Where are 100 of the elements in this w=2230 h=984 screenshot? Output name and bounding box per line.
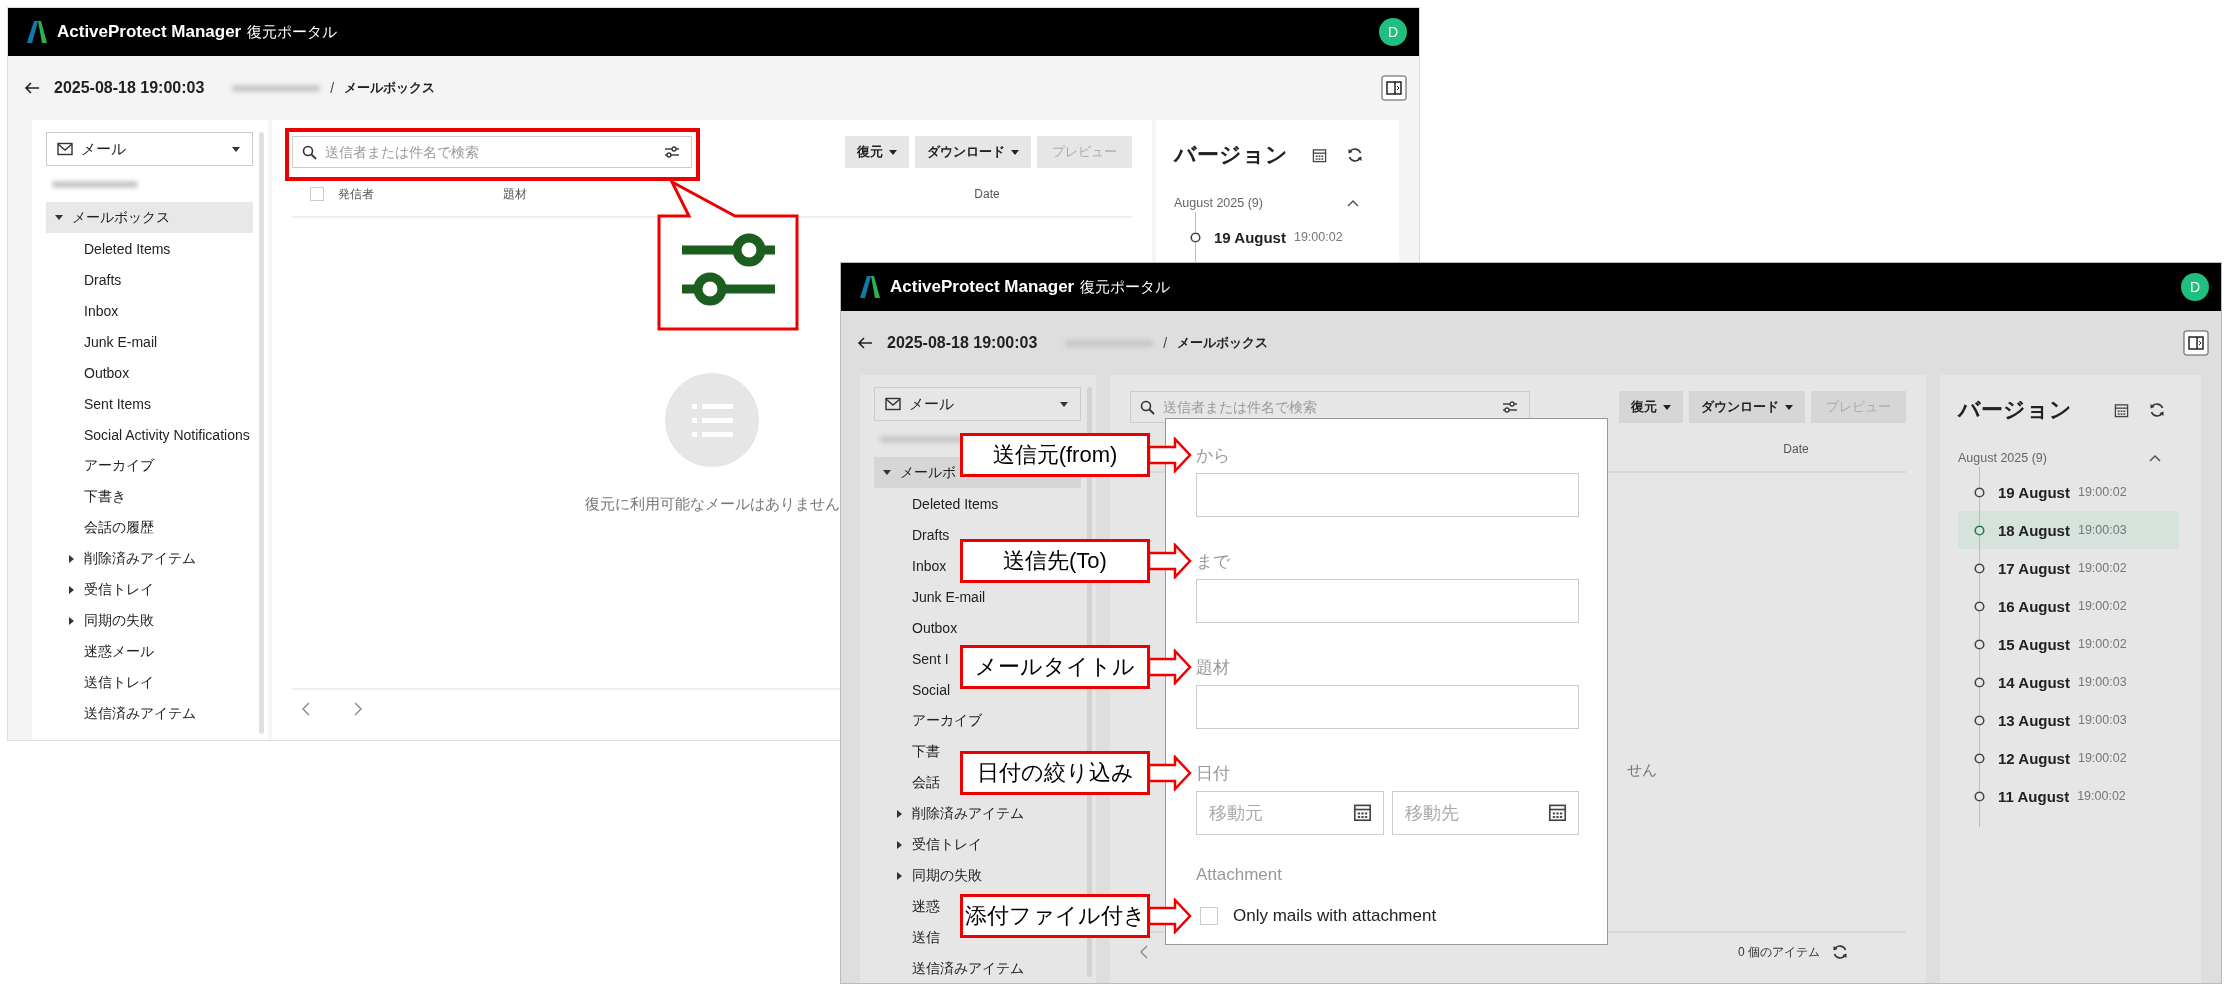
column-header[interactable]: 題材 [503,185,803,203]
dropdown-button[interactable]: 復元 [1619,391,1683,423]
chevron-up-icon[interactable] [2149,454,2161,462]
folder-item[interactable]: 受信トレイ [64,574,154,605]
callout-label: 日付の絞り込み [960,751,1150,795]
search-icon [1140,400,1155,415]
chevron-right-icon[interactable] [354,702,362,716]
folder-item[interactable]: 迷惑メール [64,636,154,667]
folder-item[interactable]: メールボックス [46,202,253,233]
folder-item[interactable]: アーカイブ [64,450,154,481]
folder-item[interactable]: Sent I [892,643,949,674]
logo-icon [859,275,881,299]
folder-item[interactable]: 受信トレイ [892,829,982,860]
filter-sliders-icon[interactable] [1502,400,1518,414]
month-group-header[interactable]: August 2025 (9) [1174,196,1377,210]
scrollbar[interactable] [259,132,264,734]
back-arrow-icon[interactable] [857,335,873,351]
version-item[interactable]: 15 August 19:00:02 [1958,625,2179,663]
folder-item[interactable]: Drafts [64,264,122,295]
calendar-icon[interactable] [2114,402,2129,418]
folder-item[interactable]: Junk E-mail [892,581,986,612]
calendar-icon[interactable] [1548,803,1567,822]
version-item[interactable]: 19 August 19:00:02 [1174,218,1377,256]
search-icon [302,145,317,160]
input-field[interactable] [1196,685,1579,729]
chevron-left-icon[interactable] [302,702,310,716]
checkbox[interactable] [1200,907,1218,925]
month-group-header[interactable]: August 2025 (9) [1958,451,2179,465]
folder-item[interactable]: Social [892,674,951,705]
chevron-up-icon[interactable] [1347,199,1359,207]
version-item[interactable]: 19 August 19:00:02 [1958,473,2179,511]
folder-item[interactable]: 送信済みアイテム [892,953,1024,983]
callout-label: 送信元(from) [960,433,1150,477]
refresh-icon[interactable] [2149,402,2165,418]
calendar-icon[interactable] [1312,147,1327,163]
column-header[interactable]: Date [1686,442,1906,456]
date-field[interactable]: 移動先 [1391,791,1579,835]
version-item[interactable]: 13 August 19:00:03 [1958,701,2179,739]
panel-toggle-icon[interactable] [1381,75,1407,101]
checkbox-label[interactable]: Only mails with attachment [1233,906,1437,926]
dropdown-button[interactable]: ダウンロード [915,136,1031,168]
refresh-icon[interactable] [1832,944,1848,960]
folder-item[interactable]: Junk E-mail [64,326,158,357]
version-item[interactable]: 17 August 19:00:02 [1958,549,2179,587]
folder-item[interactable]: 迷惑 [892,891,940,922]
search-field[interactable]: 送信者または件名で検索 [292,136,692,168]
folder-item[interactable]: 削除済みアイテム [64,543,196,574]
folder-item[interactable]: アーカイブ [892,705,982,736]
folder-item[interactable]: 同期の失敗 [892,860,982,891]
caret-down-icon [1785,404,1793,410]
field-label: 日付 [1196,762,1230,785]
mail-icon [57,142,73,156]
mail-type-dropdown[interactable]: メール [46,132,253,166]
version-item[interactable]: 14 August 19:00:03 [1958,663,2179,701]
version-item[interactable]: 12 August 19:00:02 [1958,739,2179,777]
folder-item[interactable]: 会話 [892,767,940,798]
folder-item[interactable]: Inbox [892,550,947,581]
version-item[interactable]: 16 August 19:00:02 [1958,587,2179,625]
timeline-dot-icon [1974,714,1985,726]
caret-right-icon [896,840,902,849]
column-header[interactable]: Date [842,187,1132,201]
folder-item[interactable]: 送信済みアイテム [64,698,196,729]
version-item[interactable]: 11 August 19:00:02 [1958,777,2179,815]
folder-item[interactable]: Deleted Items [892,488,999,519]
calendar-icon[interactable] [1352,803,1372,822]
folder-item[interactable]: Drafts [892,519,950,550]
date-field[interactable]: 移動元 [1196,791,1384,835]
callout-label: 送信先(To) [960,539,1150,583]
folder-item[interactable]: 下書き [64,481,126,512]
input-field[interactable] [1196,473,1579,517]
folder-item[interactable]: Social Activity Notifications [64,419,250,450]
folder-item[interactable]: Outbox [892,612,958,643]
filter-sliders-icon[interactable] [664,145,680,159]
caret-down-icon [55,215,63,220]
dropdown-button[interactable]: ダウンロード [1689,391,1805,423]
folder-item[interactable]: 下書 [892,736,940,767]
mail-type-dropdown[interactable]: メール [874,387,1081,421]
version-item[interactable]: 18 August 19:00:03 [1958,511,2179,549]
dropdown-button[interactable]: 復元 [845,136,909,168]
back-arrow-icon[interactable] [24,80,40,96]
timeline-dot-icon [1974,752,1985,764]
folder-item[interactable]: 送信トレイ [64,667,154,698]
field-label: Attachment [1196,865,1282,885]
column-header[interactable]: 発信者 [338,185,503,203]
chevron-left-icon[interactable] [1140,945,1148,959]
folder-item[interactable]: 送信 [892,922,940,953]
folder-item[interactable]: 会話の履歴 [64,512,154,543]
caret-right-icon [68,554,74,563]
folder-item[interactable]: Sent Items [64,388,151,419]
input-field[interactable] [1196,579,1579,623]
panel-toggle-icon[interactable] [2183,330,2209,356]
refresh-icon[interactable] [1347,147,1363,163]
breadcrumb-separator: / [1163,335,1168,351]
folder-item[interactable]: Deleted Items [64,233,171,264]
folder-item[interactable]: 削除済みアイテム [892,798,1024,829]
folder-item[interactable]: 同期の失敗 [64,605,154,636]
folder-item[interactable]: Inbox [64,295,119,326]
folder-item[interactable]: Outbox [64,357,130,388]
select-all-checkbox[interactable] [310,187,324,201]
empty-list-icon [665,372,759,467]
